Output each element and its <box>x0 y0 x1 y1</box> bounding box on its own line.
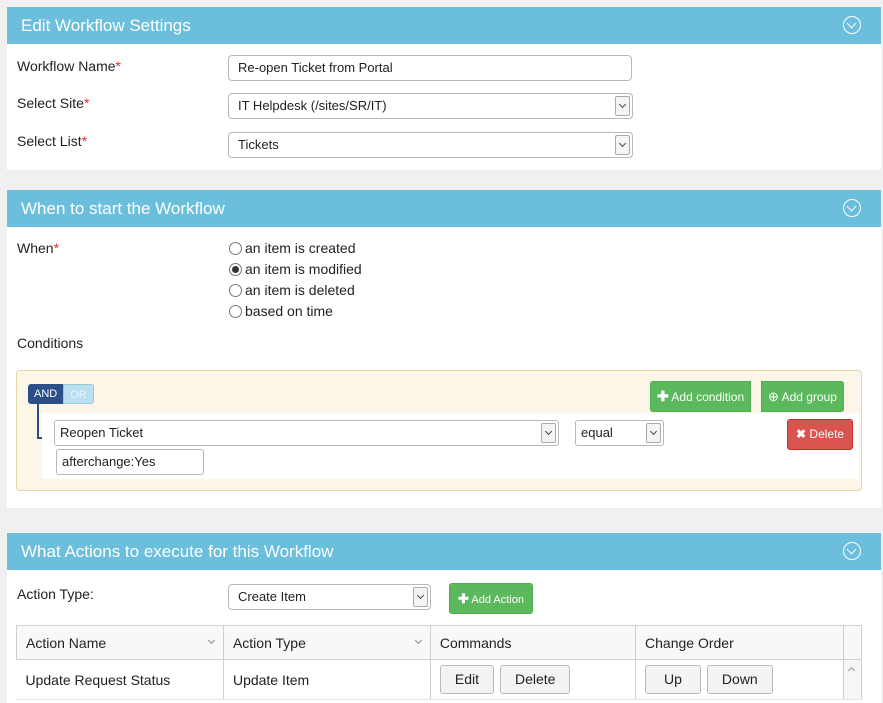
rule-field-dropdown[interactable]: Reopen Ticket <box>54 420 559 446</box>
col-commands: Commands <box>429 625 637 660</box>
chevron-down-icon <box>615 135 630 155</box>
start-panel: When to start the Workflow When* an item… <box>7 190 881 508</box>
select-site-label: Select Site* <box>17 95 90 111</box>
action-type-label: Action Type: <box>17 586 94 602</box>
chevron-down-icon <box>413 587 428 607</box>
add-action-button[interactable]: ✚ Add Action <box>449 583 533 614</box>
select-list-dropdown[interactable]: Tickets <box>228 132 633 158</box>
chevron-down-icon <box>207 636 215 645</box>
select-site-dropdown[interactable]: IT Helpdesk (/sites/SR/IT) <box>228 93 633 119</box>
radio-item-created[interactable]: an item is created <box>229 238 356 259</box>
chevron-down-icon <box>646 423 661 443</box>
select-list-label: Select List* <box>17 133 88 149</box>
radio-based-on-time[interactable]: based on time <box>229 301 333 322</box>
actions-table: Action Name Action Type Commands Change … <box>16 625 862 700</box>
rule-operator-dropdown[interactable]: equal <box>575 420 664 446</box>
cell-change-order: Up Down <box>635 659 845 700</box>
actions-header[interactable]: What Actions to execute for this Workflo… <box>7 533 881 570</box>
add-group-button[interactable]: ⊕ Add group <box>761 381 844 412</box>
actions-title: What Actions to execute for this Workflo… <box>21 542 334 561</box>
down-button[interactable]: Down <box>706 665 773 694</box>
col-action-type[interactable]: Action Type <box>222 625 431 660</box>
cell-action-name: Update Request Status <box>16 659 224 700</box>
actions-panel: What Actions to execute for this Workflo… <box>7 533 881 703</box>
radio-icon[interactable] <box>229 284 242 297</box>
action-type-dropdown[interactable]: Create Item <box>228 584 431 610</box>
condition-rule: Reopen Ticket equal afterchange:Yes ✖ De… <box>42 413 859 479</box>
start-header[interactable]: When to start the Workflow <box>7 190 881 227</box>
cell-action-type: Update Item <box>223 659 431 700</box>
plus-icon: ✚ <box>458 591 469 606</box>
radio-icon[interactable] <box>229 305 242 318</box>
table-row: Update Request Status Update Item Edit De… <box>16 659 862 700</box>
cell-commands: Edit Delete <box>430 659 637 700</box>
radio-item-deleted[interactable]: an item is deleted <box>229 280 355 301</box>
col-action-name[interactable]: Action Name <box>16 625 224 660</box>
conditions-label: Conditions <box>17 335 84 351</box>
close-icon: ✖ <box>796 427 807 441</box>
edit-settings-title: Edit Workflow Settings <box>21 16 191 35</box>
radio-icon[interactable] <box>229 242 242 255</box>
radio-checked-icon[interactable] <box>229 263 242 276</box>
collapse-chevron-icon[interactable] <box>843 16 861 34</box>
scrollbar[interactable] <box>843 659 862 700</box>
edit-settings-panel: Edit Workflow Settings Workflow Name* Re… <box>7 7 881 170</box>
delete-rule-button[interactable]: ✖ Delete <box>787 419 854 450</box>
collapse-chevron-icon[interactable] <box>843 542 861 560</box>
workflow-name-input[interactable]: Re-open Ticket from Portal <box>228 55 632 81</box>
workflow-name-label: Workflow Name* <box>17 58 121 74</box>
chevron-down-icon <box>541 423 556 443</box>
delete-action-button[interactable]: Delete <box>499 665 571 694</box>
chevron-down-icon <box>414 636 422 645</box>
and-or-toggle[interactable]: AND OR <box>28 384 94 404</box>
header-scroll-spacer <box>843 625 862 660</box>
up-button[interactable]: Up <box>645 665 701 694</box>
start-title: When to start the Workflow <box>21 199 225 218</box>
chevron-down-icon <box>615 96 630 116</box>
edit-settings-header[interactable]: Edit Workflow Settings <box>7 7 881 44</box>
plus-icon: ✚ <box>657 388 669 404</box>
add-condition-button[interactable]: ✚ Add condition <box>650 381 752 412</box>
when-label: When* <box>17 240 60 256</box>
col-change-order: Change Order <box>635 625 845 660</box>
collapse-chevron-icon[interactable] <box>843 199 861 217</box>
rule-value-input[interactable]: afterchange:Yes <box>56 449 204 475</box>
conditions-builder: AND OR ✚ Add condition ⊕ Add group Reope… <box>16 370 862 491</box>
edit-button[interactable]: Edit <box>439 665 494 694</box>
and-toggle[interactable]: AND <box>28 384 64 404</box>
plus-circle-icon: ⊕ <box>768 389 779 404</box>
scroll-up-arrow-icon[interactable] <box>848 666 856 675</box>
or-toggle[interactable]: OR <box>63 384 94 404</box>
radio-item-modified[interactable]: an item is modified <box>229 259 362 280</box>
